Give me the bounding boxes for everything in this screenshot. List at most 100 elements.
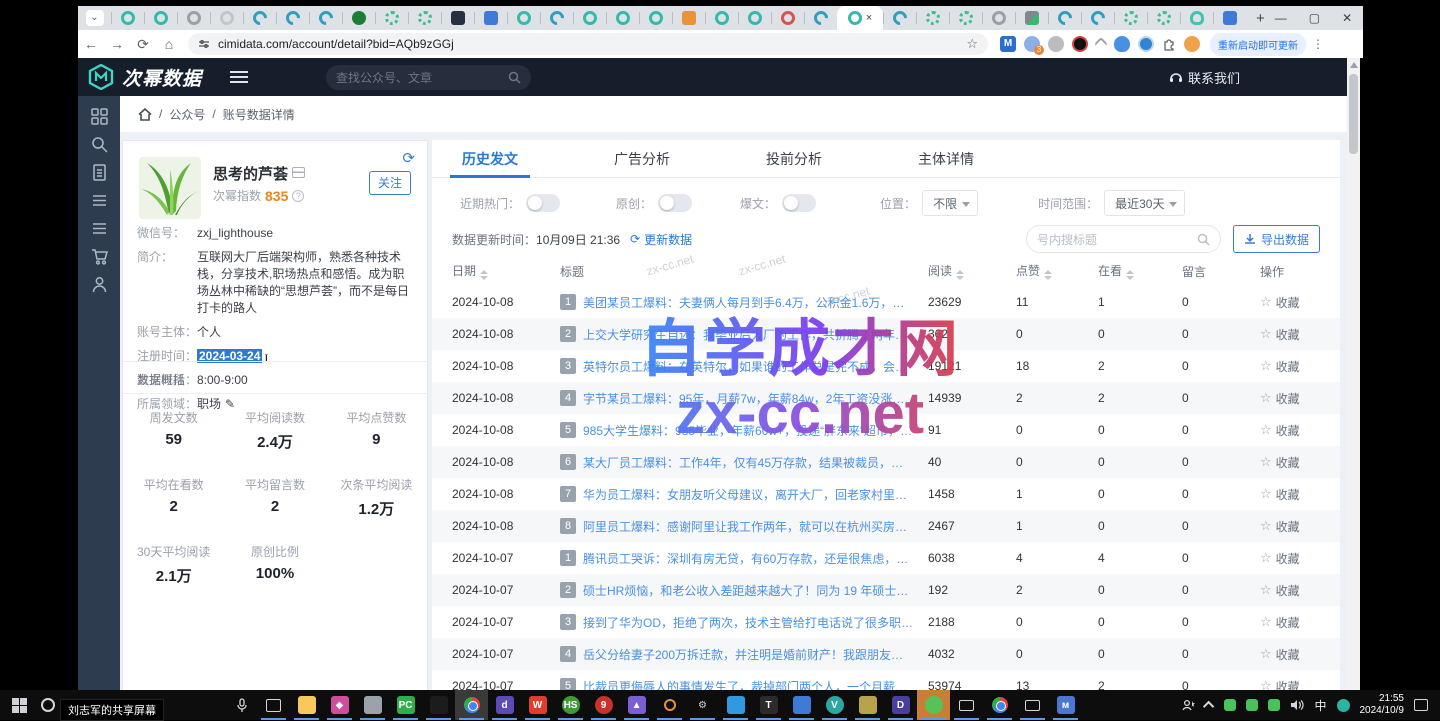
- favorite-button[interactable]: ☆收藏: [1260, 550, 1340, 567]
- favorite-button[interactable]: ☆收藏: [1260, 486, 1340, 503]
- favorite-button[interactable]: ☆收藏: [1260, 390, 1340, 407]
- browser-tab[interactable]: [474, 7, 507, 29]
- sort-icon[interactable]: [956, 270, 964, 280]
- update-notice[interactable]: 重新启动即可更新: [1210, 33, 1306, 56]
- hidden-icons-chevron[interactable]: [1203, 701, 1214, 712]
- home-breadcrumb-icon[interactable]: [138, 108, 152, 121]
- column-header[interactable]: 在看: [1098, 262, 1182, 280]
- profile-avatar[interactable]: [1184, 36, 1200, 52]
- url-box[interactable]: cimidata.com/account/detail?bid=AQb9zGGj…: [188, 33, 988, 55]
- favorite-button[interactable]: ☆收藏: [1260, 614, 1340, 631]
- extension-cloud-icon[interactable]: [1114, 36, 1130, 52]
- browser-tab[interactable]: [1180, 7, 1213, 29]
- url-text[interactable]: cimidata.com/account/detail?bid=AQb9zGGj: [218, 37, 958, 51]
- browser-tab[interactable]: [771, 7, 804, 29]
- browser-tab[interactable]: [276, 7, 309, 29]
- minimize-button[interactable]: —: [1275, 11, 1287, 25]
- browser-tab[interactable]: [1048, 7, 1081, 29]
- favorite-button[interactable]: ☆收藏: [1260, 454, 1340, 471]
- new-tab-button[interactable]: +: [1246, 10, 1275, 27]
- reload-icon[interactable]: ⟳: [130, 36, 156, 53]
- browser-tab[interactable]: [309, 7, 342, 29]
- column-header[interactable]: 点赞: [1016, 262, 1098, 280]
- taskbar-app-pages[interactable]: [356, 690, 389, 720]
- article-title-link[interactable]: 字节某员工爆料：95年，月薪7w，年薪84w，2年工资没涨了，每天都感觉好...: [583, 390, 914, 407]
- favorite-button[interactable]: ☆收藏: [1260, 582, 1340, 599]
- taskbar-app-search-orange[interactable]: [653, 690, 686, 720]
- browser-tab[interactable]: [507, 7, 540, 29]
- sidebar-item-list-alt[interactable]: [91, 220, 108, 237]
- favorite-button[interactable]: ☆收藏: [1260, 358, 1340, 375]
- article-title-link[interactable]: 上交大学研究生自述：我毕业后大厂的工作，共折腾了两年，如...: [583, 326, 914, 343]
- taskbar-app-vscode[interactable]: [719, 690, 752, 720]
- taskbar-clock[interactable]: 21:55 2024/10/9: [1360, 693, 1405, 717]
- browser-tab[interactable]: [1114, 7, 1147, 29]
- browser-tab[interactable]: [1213, 7, 1246, 29]
- taskbar-app-ps-red[interactable]: 9: [587, 690, 620, 720]
- taskbar-app-task-view[interactable]: [257, 690, 290, 720]
- taskbar-app-card-blue[interactable]: [785, 690, 818, 720]
- browser-tab[interactable]: [672, 7, 705, 29]
- browser-tab[interactable]: [949, 7, 982, 29]
- browser-tab[interactable]: [441, 7, 474, 29]
- start-button[interactable]: [12, 698, 27, 713]
- action-center-icon[interactable]: [1414, 699, 1428, 711]
- follow-button[interactable]: 关注: [369, 171, 411, 195]
- browser-tab[interactable]: [1015, 7, 1048, 29]
- taskbar-app-pc-check[interactable]: PC: [389, 690, 422, 720]
- browser-tab[interactable]: [210, 7, 243, 29]
- browser-tab[interactable]: [804, 7, 837, 29]
- browser-tab[interactable]: [606, 7, 639, 29]
- taskbar-app-monitor-share[interactable]: [950, 690, 983, 720]
- column-header[interactable]: 日期: [452, 262, 560, 280]
- extension-icon[interactable]: [1048, 36, 1064, 52]
- header-search-input[interactable]: 查找公众号、文章: [326, 65, 531, 90]
- browser-tab[interactable]: [883, 7, 916, 29]
- toggle-viral[interactable]: [782, 194, 816, 212]
- column-header[interactable]: 阅读: [928, 262, 1016, 280]
- article-title-link[interactable]: 硕士HR烦恼，和老公收入差距越来越大了！同为 19 年硕士，如今我税前 20 .…: [583, 582, 914, 599]
- sort-icon[interactable]: [480, 270, 488, 280]
- taskbar-search-icon[interactable]: [41, 698, 55, 712]
- tab-历史发文[interactable]: 历史发文: [462, 140, 518, 178]
- favorite-button[interactable]: ☆收藏: [1260, 326, 1340, 343]
- browser-tab[interactable]: [1147, 7, 1180, 29]
- forward-icon[interactable]: →: [104, 36, 130, 52]
- article-title-link[interactable]: 接到了华为OD，拒绝了两次，技术主管给打电话说了很多职业发展的事情，...: [583, 614, 914, 631]
- site-info-icon[interactable]: [198, 38, 210, 50]
- browser-tab[interactable]: [982, 7, 1015, 29]
- toggle-original[interactable]: [658, 194, 692, 212]
- taskbar-app-paint[interactable]: [851, 690, 884, 720]
- sort-icon[interactable]: [1044, 270, 1052, 280]
- contact-us-button[interactable]: 联系我们: [1169, 68, 1240, 87]
- scrollbar-thumb[interactable]: [1349, 74, 1358, 154]
- browser-tab[interactable]: ⌄: [78, 7, 111, 29]
- wechat-tray-icon[interactable]: [1224, 699, 1236, 711]
- tab-广告分析[interactable]: 广告分析: [614, 140, 670, 178]
- extensions-puzzle-icon[interactable]: [1162, 37, 1176, 51]
- article-title-link[interactable]: 岳父分给妻子200万拆迁款，并注明是婚前财产！我跟朋友抱怨了几句，结果...: [583, 646, 914, 663]
- back-icon[interactable]: ←: [78, 36, 104, 52]
- people-icon[interactable]: [1182, 699, 1196, 711]
- sidebar-item-search[interactable]: [91, 136, 108, 153]
- tab-主体详情[interactable]: 主体详情: [918, 140, 974, 178]
- taskbar-app-rocket[interactable]: ▲: [620, 690, 653, 720]
- wechat-tray-icon[interactable]: [1268, 699, 1280, 711]
- taskbar-app-dd-purple[interactable]: D: [884, 690, 917, 720]
- extension-m-icon[interactable]: M: [1000, 36, 1016, 52]
- extension-clock-icon[interactable]: [1138, 36, 1154, 52]
- breadcrumb-item[interactable]: 公众号: [169, 106, 205, 123]
- sidebar-item-dashboard[interactable]: [91, 108, 108, 125]
- sidebar-item-list[interactable]: [91, 192, 108, 209]
- favorite-button[interactable]: ☆收藏: [1260, 678, 1340, 691]
- maximize-button[interactable]: ▢: [1309, 11, 1320, 25]
- taskbar-app-chrome-active[interactable]: [455, 690, 488, 720]
- close-button[interactable]: ✕: [1342, 11, 1352, 25]
- article-title-link[interactable]: 某大厂员工爆料：工作4年，仅有45万存款，结果被裁员，几个月都找不到工...: [583, 454, 914, 471]
- page-scrollbar[interactable]: [1347, 58, 1360, 690]
- taskbar-app-folder[interactable]: [290, 690, 323, 720]
- refresh-data-link[interactable]: ⟳ 更新数据: [630, 231, 692, 248]
- extension-icon[interactable]: [1072, 36, 1088, 52]
- article-title-link[interactable]: 英特尔员工爆料：在英特尔，如果谁的工作总是完不成，会评估是你工作量太...: [583, 358, 914, 375]
- browser-tab[interactable]: [639, 7, 672, 29]
